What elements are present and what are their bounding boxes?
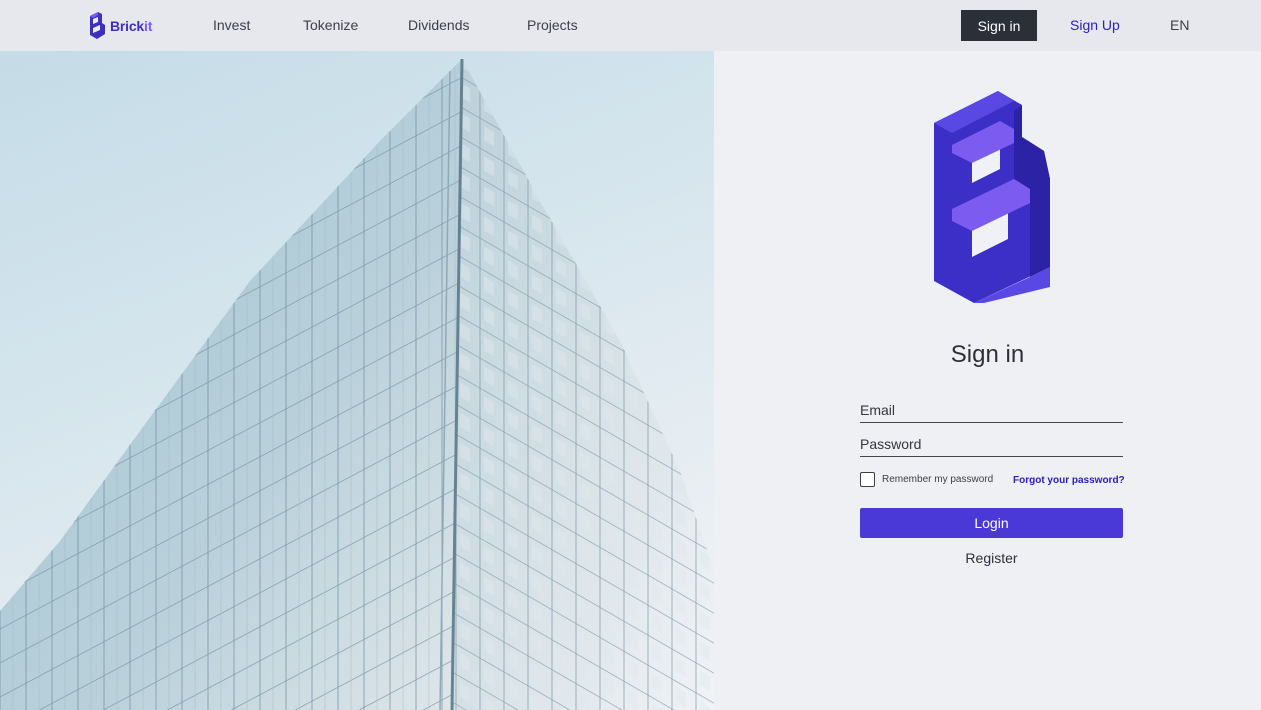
top-navbar: Brickit Invest Tokenize Dividends Projec… xyxy=(0,0,1261,51)
brickit-logo-icon xyxy=(90,12,105,39)
brand-logo[interactable]: Brickit xyxy=(88,11,152,40)
login-button[interactable]: Login xyxy=(860,508,1123,538)
hero-building-image xyxy=(0,51,714,710)
language-selector[interactable]: EN xyxy=(1170,17,1189,33)
password-field[interactable]: Password xyxy=(860,433,1123,457)
email-field[interactable]: Email xyxy=(860,399,1123,423)
nav-projects[interactable]: Projects xyxy=(527,17,578,33)
nav-dividends[interactable]: Dividends xyxy=(408,17,469,33)
brickit-large-logo-icon xyxy=(934,91,1050,303)
sign-in-title: Sign in xyxy=(950,341,1025,368)
header-sign-up-link[interactable]: Sign Up xyxy=(1070,17,1120,33)
glass-building-photo xyxy=(0,51,714,710)
nav-invest[interactable]: Invest xyxy=(213,17,250,33)
header-sign-in-button[interactable]: Sign in xyxy=(961,10,1037,41)
brand-name: Brickit xyxy=(110,17,153,34)
nav-tokenize[interactable]: Tokenize xyxy=(303,17,358,33)
register-link[interactable]: Register xyxy=(860,550,1123,566)
sign-in-panel: Sign in Email Password Remember my passw… xyxy=(714,51,1261,710)
forgot-password-link[interactable]: Forgot your password? xyxy=(1013,475,1125,486)
remember-label: Remember my password xyxy=(882,474,994,485)
remember-checkbox[interactable] xyxy=(860,472,875,487)
remember-password-toggle[interactable]: Remember my password xyxy=(860,472,993,487)
